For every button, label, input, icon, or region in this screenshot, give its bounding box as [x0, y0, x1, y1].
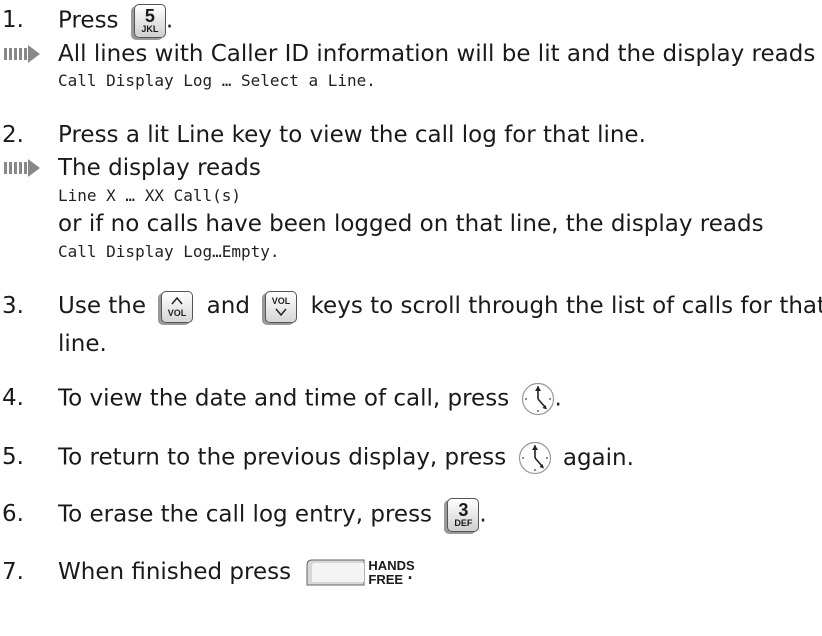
clock-icon	[521, 382, 555, 416]
vol-label: VOL	[168, 308, 187, 318]
vol-down-key: VOL	[265, 290, 298, 323]
key-digit: 3	[458, 500, 469, 520]
key-3: 3 DEF	[447, 498, 480, 532]
clock-icon	[518, 441, 552, 475]
key-digit: 5	[144, 6, 155, 26]
step-text-end: again.	[562, 444, 634, 471]
step-text: Use the	[58, 293, 147, 319]
display-text: Line X … XX Call(s)	[58, 186, 242, 205]
step-text: When finished press	[58, 559, 292, 585]
handsfree-key: HANDS FREE	[306, 557, 415, 589]
vol-up-key: VOL	[161, 290, 194, 323]
step-number: 3.	[2, 293, 24, 319]
result-text: The display reads	[58, 155, 261, 181]
step-text-end: .	[165, 7, 174, 34]
step-text: To return to the previous display, press	[58, 444, 507, 471]
result-text: All lines with Caller ID information wil…	[58, 41, 816, 67]
vol-up-icon: VOL	[168, 296, 187, 318]
step-number: 5.	[2, 444, 24, 470]
step-text: Press a lit Line key to view the call lo…	[58, 122, 646, 148]
step-text: keys to scroll through the list of calls…	[310, 293, 822, 319]
step-text-cont: line.	[58, 331, 107, 357]
step-number: 4.	[2, 385, 24, 411]
step-number: 7.	[2, 559, 24, 585]
step-text: and	[206, 293, 250, 319]
step-text-end: .	[554, 385, 562, 412]
vol-label: VOL	[272, 296, 291, 306]
key-5: 5 JKL	[133, 4, 166, 38]
step-number: 1.	[2, 7, 24, 33]
step-number: 6.	[2, 501, 24, 527]
step-text: Press	[58, 7, 119, 34]
display-text: Call Display Log … Select a Line.	[58, 71, 376, 90]
step-text: To erase the call log entry, press	[58, 501, 433, 528]
result-arrow-icon	[4, 157, 42, 179]
step-text-end: .	[479, 501, 487, 528]
display-text: Call Display Log…Empty.	[58, 242, 280, 261]
step-number: 2.	[2, 122, 24, 148]
step-text: To view the date and time of call, press	[58, 385, 510, 412]
handsfree-label-2: FREE	[368, 571, 404, 587]
key-letters: DEF	[454, 518, 473, 528]
result-text-2: or if no calls have been logged on that …	[58, 211, 764, 237]
key-letters: JKL	[141, 24, 159, 34]
handsfree-label-1: HANDS	[368, 557, 415, 573]
handsfree-key-shape	[306, 559, 365, 585]
vol-down-icon: VOL	[272, 296, 291, 316]
result-arrow-icon	[4, 43, 42, 65]
